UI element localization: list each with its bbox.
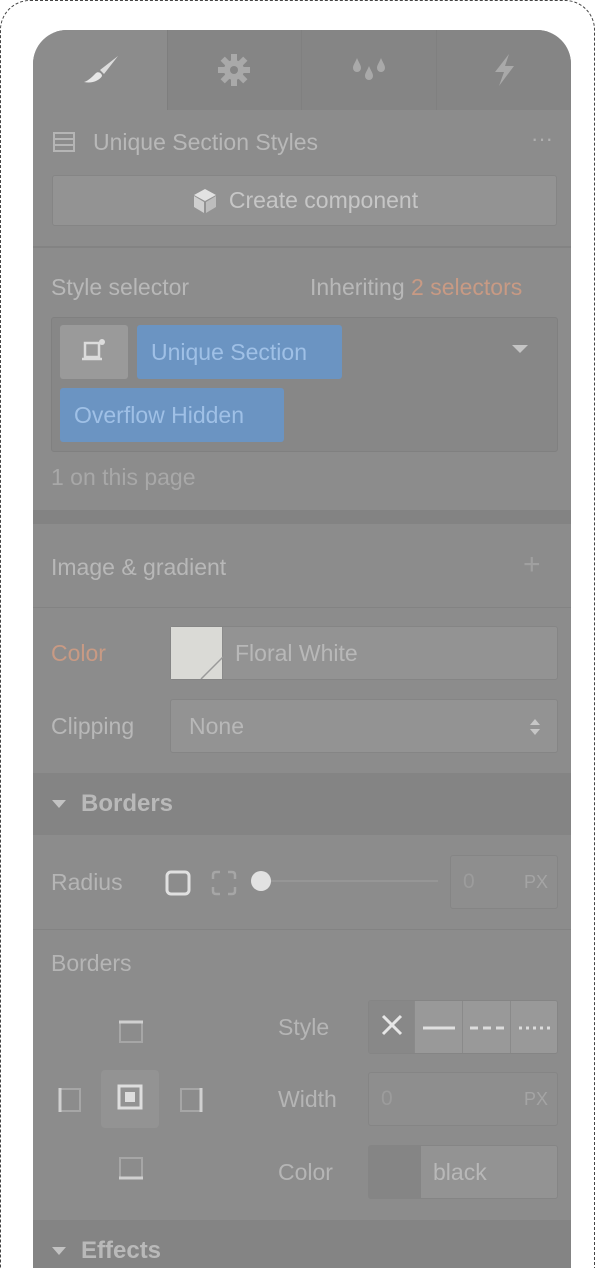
caret-down-icon: [51, 799, 67, 809]
page-count-text: 1 on this page: [51, 464, 196, 490]
lightning-icon: [489, 52, 519, 88]
image-gradient-label: Image & gradient: [51, 554, 227, 580]
effects-section-title: Effects: [81, 1237, 162, 1264]
section-element-icon: [53, 131, 75, 158]
selector-tag-unique-section[interactable]: Unique Section: [137, 325, 342, 379]
border-style-solid[interactable]: [415, 1001, 463, 1053]
border-style-none[interactable]: [369, 1001, 415, 1053]
clipping-select[interactable]: None: [170, 699, 558, 753]
more-options-button[interactable]: ···: [531, 126, 553, 152]
tab-interactions-drops[interactable]: [302, 30, 437, 110]
tab-interactions[interactable]: [436, 30, 571, 110]
border-color-label: Color: [278, 1159, 333, 1185]
border-style-group: [368, 1000, 558, 1054]
selector-tag-overflow-hidden[interactable]: Overflow Hidden: [60, 388, 284, 442]
border-all-button[interactable]: [101, 1070, 159, 1128]
style-selector-label: Style selector: [51, 274, 190, 300]
border-all-icon: [116, 1083, 144, 1116]
color-swatch: [171, 627, 223, 679]
border-width-unit: PX: [523, 1089, 548, 1109]
element-selector-icon: [80, 337, 108, 368]
border-width-value: 0: [381, 1087, 393, 1110]
color-value: Floral White: [235, 639, 358, 666]
radius-input[interactable]: 0 PX: [450, 855, 558, 909]
border-style-label: Style: [278, 1014, 330, 1040]
border-color-value: black: [433, 1158, 487, 1185]
border-width-label: Width: [278, 1086, 337, 1112]
radius-label: Radius: [51, 869, 123, 895]
border-color-picker[interactable]: black: [368, 1145, 558, 1199]
tab-style[interactable]: [33, 30, 168, 110]
create-component-label: Create component: [228, 187, 419, 213]
caret-down-icon: [51, 1246, 67, 1256]
select-arrows-icon: [529, 717, 541, 742]
border-bottom-icon[interactable]: [117, 1155, 145, 1188]
border-style-dotted[interactable]: [511, 1001, 557, 1053]
brush-icon: [78, 53, 122, 87]
borders-section-header[interactable]: Borders: [33, 773, 571, 835]
border-color-swatch: [369, 1146, 421, 1198]
radius-value: 0: [463, 870, 475, 893]
border-left-icon[interactable]: [55, 1086, 83, 1119]
color-picker-field[interactable]: Floral White: [170, 626, 558, 680]
effects-section-header[interactable]: Effects: [33, 1220, 571, 1268]
cube-icon: [191, 187, 219, 215]
radius-all-corners-icon[interactable]: [164, 869, 192, 902]
tab-settings[interactable]: [167, 30, 302, 110]
dotted-line-icon: [518, 1018, 552, 1036]
border-style-dashed[interactable]: [463, 1001, 511, 1053]
add-image-gradient-button[interactable]: +: [523, 548, 541, 582]
border-top-icon[interactable]: [117, 1017, 145, 1050]
radius-slider-track[interactable]: [263, 880, 438, 882]
section-separator: [33, 510, 571, 524]
radius-individual-corners-icon[interactable]: [210, 869, 238, 902]
border-width-input[interactable]: 0 PX: [368, 1072, 558, 1126]
borders-subheading: Borders: [51, 950, 132, 976]
clipping-label: Clipping: [51, 713, 135, 739]
radius-unit: PX: [523, 872, 548, 892]
dashed-line-icon: [469, 1018, 504, 1036]
border-right-icon[interactable]: [178, 1086, 206, 1119]
style-panel: Unique Section Styles ··· Create compone…: [33, 30, 571, 1268]
borders-section-title: Borders: [81, 790, 174, 817]
clipping-value: None: [189, 712, 244, 739]
drops-icon: [349, 54, 389, 86]
color-property-label[interactable]: Color: [51, 640, 106, 667]
divider: [33, 246, 571, 248]
inheriting-label: Inheriting 2 selectors: [310, 274, 522, 301]
create-component-button[interactable]: Create component: [52, 175, 557, 226]
panel-tabs: [33, 30, 571, 110]
divider: [33, 929, 571, 930]
divider: [33, 607, 571, 608]
selector-type-button[interactable]: [60, 325, 128, 379]
inheriting-prefix: Inheriting: [310, 274, 405, 300]
gear-icon: [216, 52, 252, 88]
radius-slider-thumb[interactable]: [251, 871, 271, 891]
selector-dropdown-icon[interactable]: [511, 342, 529, 360]
inheriting-selectors-link[interactable]: 2 selectors: [411, 274, 522, 300]
solid-line-icon: [422, 1018, 455, 1036]
x-icon: [380, 1013, 404, 1042]
element-title: Unique Section Styles: [93, 129, 319, 155]
